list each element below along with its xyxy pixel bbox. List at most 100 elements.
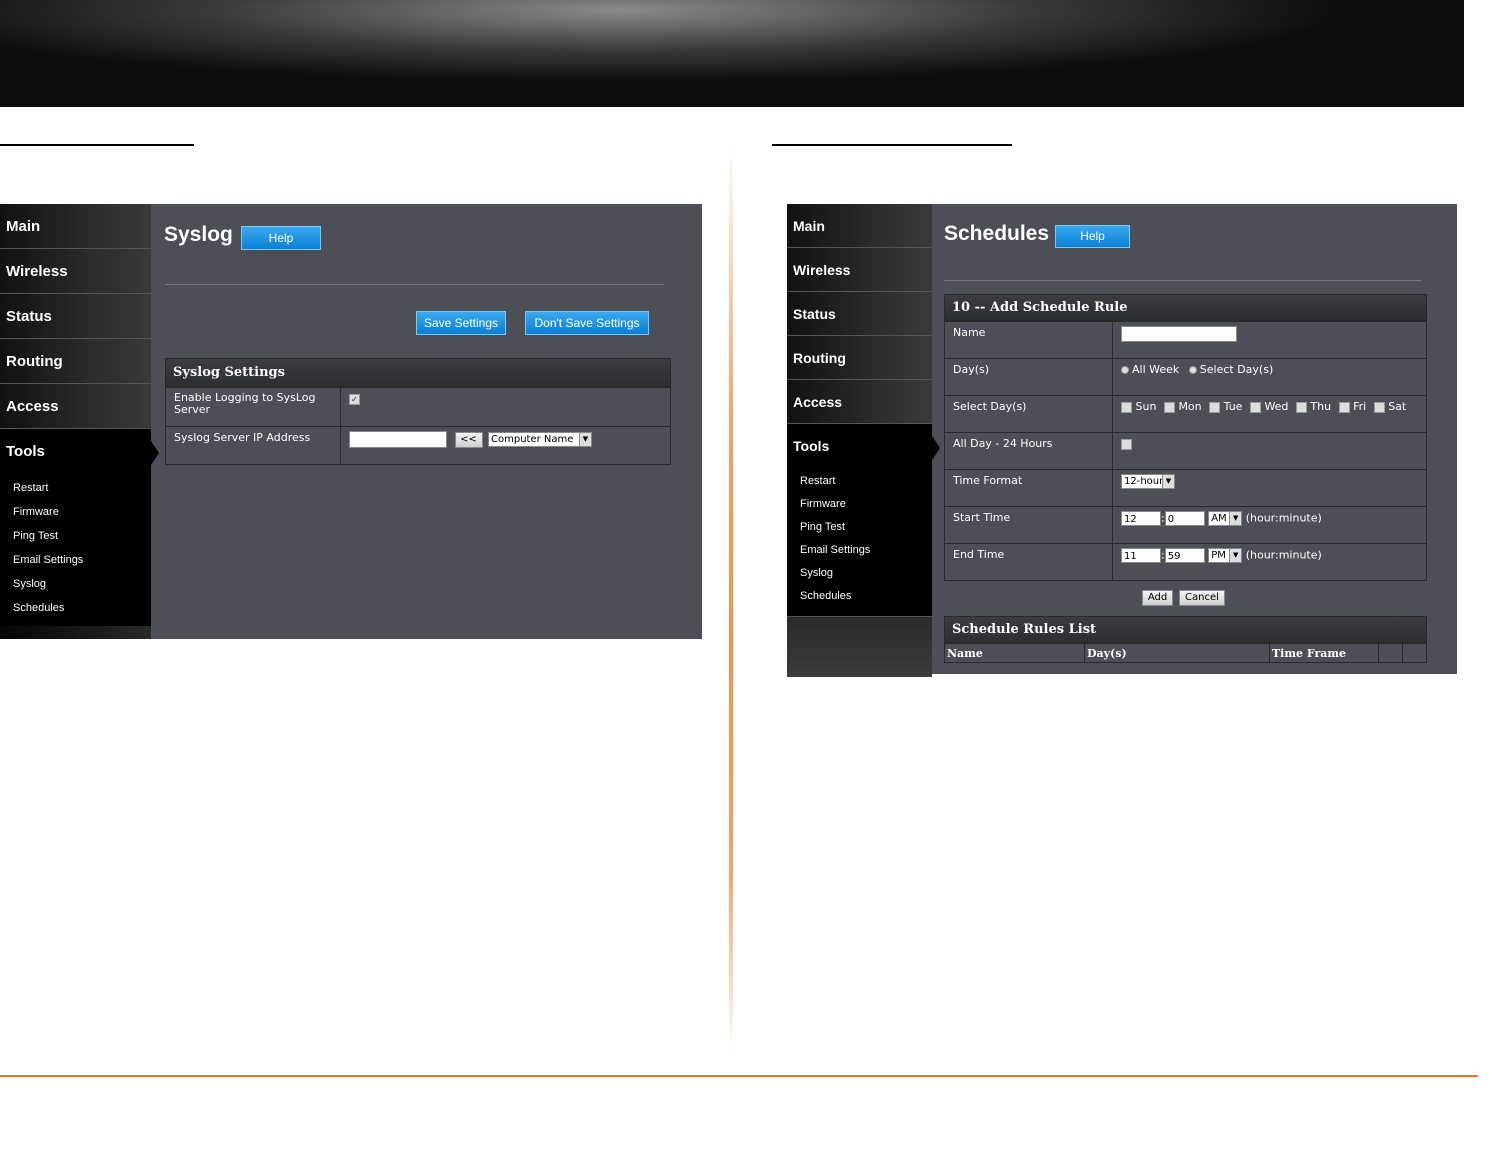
end-ampm-select[interactable]: PM ▼ — [1208, 548, 1243, 563]
select-days-label: Select Day(s) — [1199, 363, 1274, 376]
column-divider — [1269, 644, 1270, 663]
column-header-name: Name — [947, 647, 983, 660]
row-label: Select Day(s) — [944, 395, 1113, 433]
table-row: Day(s) All Week Select Day(s) — [944, 358, 1427, 396]
end-hour-input[interactable]: 11 — [1121, 548, 1161, 563]
day-checkbox-thu[interactable] — [1295, 401, 1307, 413]
syslog-ip-input[interactable] — [349, 431, 447, 448]
time-format-select[interactable]: 12-hour ▼ — [1121, 474, 1175, 489]
column-divider — [729, 140, 733, 1055]
day-label: Sun — [1135, 400, 1157, 413]
section-title: Syslog Settings — [165, 358, 671, 387]
title-separator — [165, 284, 664, 285]
day-label: Mon — [1178, 400, 1202, 413]
start-ampm-value: AM — [1211, 513, 1227, 524]
sidebar-item-main[interactable]: Main — [787, 204, 932, 248]
row-label: All Day - 24 Hours — [944, 432, 1113, 470]
row-value — [1112, 321, 1427, 359]
left-heading-rule — [0, 144, 194, 146]
end-minute-input[interactable]: 59 — [1164, 548, 1205, 563]
submenu-firmware[interactable]: Firmware — [787, 493, 932, 516]
schedule-list-title: Schedule Rules List — [944, 616, 1427, 643]
computer-name-select[interactable]: Computer Name ▼ — [488, 432, 592, 447]
computer-name-value: Computer Name — [491, 434, 574, 445]
table-row: Start Time 12:0 AM ▼ (hour:minute) — [944, 506, 1427, 544]
row-label: Name — [944, 321, 1113, 359]
select-days-radio[interactable] — [1188, 366, 1197, 374]
row-label: Syslog Server IP Address — [165, 426, 341, 465]
sidebar-item-tools[interactable]: Tools — [787, 424, 940, 468]
chevron-down-icon: ▼ — [1229, 549, 1242, 562]
day-checkbox-sun[interactable] — [1121, 401, 1132, 413]
schedule-name-input[interactable] — [1121, 326, 1237, 342]
submenu-schedules[interactable]: Schedules — [0, 596, 151, 620]
submenu-syslog[interactable]: Syslog — [787, 562, 932, 585]
start-hour-input[interactable]: 12 — [1121, 511, 1161, 526]
page-title: Syslog — [164, 223, 233, 246]
submenu-restart[interactable]: Restart — [0, 476, 151, 500]
day-checkbox-fri[interactable] — [1338, 401, 1350, 413]
sidebar-item-routing[interactable]: Routing — [787, 336, 932, 380]
day-label: Sat — [1388, 400, 1407, 413]
row-value — [1112, 432, 1427, 470]
day-checkbox-tue[interactable] — [1209, 401, 1221, 413]
help-button[interactable]: Help — [1055, 225, 1130, 248]
sidebar-item-tools[interactable]: Tools — [0, 429, 159, 474]
submenu-ping-test[interactable]: Ping Test — [787, 516, 932, 539]
table-row: Name — [944, 321, 1427, 359]
day-checkbox-sat[interactable] — [1373, 401, 1385, 413]
column-divider — [1378, 644, 1379, 663]
table-row: Syslog Server IP Address << Computer Nam… — [165, 426, 671, 465]
submenu-email-settings[interactable]: Email Settings — [787, 539, 932, 562]
table-row: Time Format 12-hour ▼ — [944, 469, 1427, 507]
sidebar: Main Wireless Status Routing Access Tool… — [0, 204, 159, 639]
dont-save-settings-button[interactable]: Don't Save Settings — [525, 311, 649, 335]
day-checkbox-mon[interactable] — [1163, 401, 1175, 413]
sidebar-item-access[interactable]: Access — [0, 384, 151, 429]
start-minute-input[interactable]: 0 — [1164, 511, 1205, 526]
table-row: Select Day(s) Sun Mon Tue Wed Thu Fri Sa… — [944, 395, 1427, 433]
cancel-button[interactable]: Cancel — [1179, 590, 1225, 606]
sidebar-item-status[interactable]: Status — [787, 292, 932, 336]
row-value: Sun Mon Tue Wed Thu Fri Sat — [1112, 395, 1427, 433]
table-row: Enable Logging to SysLog Server ✓ — [165, 387, 671, 427]
chevron-down-icon: ▼ — [579, 433, 591, 446]
copy-computer-button[interactable]: << — [454, 431, 483, 448]
all-day-checkbox[interactable] — [1121, 438, 1132, 450]
hour-minute-hint: (hour:minute) — [1245, 511, 1322, 525]
save-settings-button[interactable]: Save Settings — [416, 311, 506, 335]
sidebar-item-routing[interactable]: Routing — [0, 339, 151, 384]
sidebar-item-wireless[interactable]: Wireless — [787, 248, 932, 292]
submenu-syslog[interactable]: Syslog — [0, 572, 151, 596]
time-format-value: 12-hour — [1124, 476, 1164, 487]
add-button[interactable]: Add — [1142, 590, 1173, 606]
all-week-radio[interactable] — [1121, 366, 1129, 374]
row-label: Day(s) — [944, 358, 1113, 396]
day-checkbox-wed[interactable] — [1249, 401, 1261, 413]
row-value: 12:0 AM ▼ (hour:minute) — [1112, 506, 1427, 544]
chevron-down-icon: ▼ — [1229, 512, 1242, 525]
hour-minute-hint: (hour:minute) — [1245, 548, 1322, 562]
sidebar-item-wireless[interactable]: Wireless — [0, 249, 151, 294]
row-value: 11:59 PM ▼ (hour:minute) — [1112, 543, 1427, 581]
start-ampm-select[interactable]: AM ▼ — [1208, 511, 1243, 526]
column-header-time-frame: Time Frame — [1272, 647, 1347, 660]
submenu-schedules[interactable]: Schedules — [787, 585, 932, 608]
help-button[interactable]: Help — [241, 226, 321, 250]
row-value: << Computer Name ▼ — [340, 426, 671, 465]
sidebar-item-main[interactable]: Main — [0, 204, 151, 249]
tools-submenu: Restart Firmware Ping Test Email Setting… — [787, 468, 932, 616]
submenu-firmware[interactable]: Firmware — [0, 500, 151, 524]
section-title: 10 -- Add Schedule Rule — [944, 294, 1427, 321]
sidebar-item-status[interactable]: Status — [0, 294, 151, 339]
title-separator — [944, 280, 1421, 281]
day-label: Fri — [1353, 400, 1367, 413]
column-divider — [1084, 644, 1085, 663]
row-label: Time Format — [944, 469, 1113, 507]
submenu-restart[interactable]: Restart — [787, 470, 932, 493]
row-label: Enable Logging to SysLog Server — [165, 387, 341, 427]
submenu-email-settings[interactable]: Email Settings — [0, 548, 151, 572]
enable-logging-checkbox[interactable]: ✓ — [349, 393, 360, 405]
submenu-ping-test[interactable]: Ping Test — [0, 524, 151, 548]
sidebar-item-access[interactable]: Access — [787, 380, 932, 424]
